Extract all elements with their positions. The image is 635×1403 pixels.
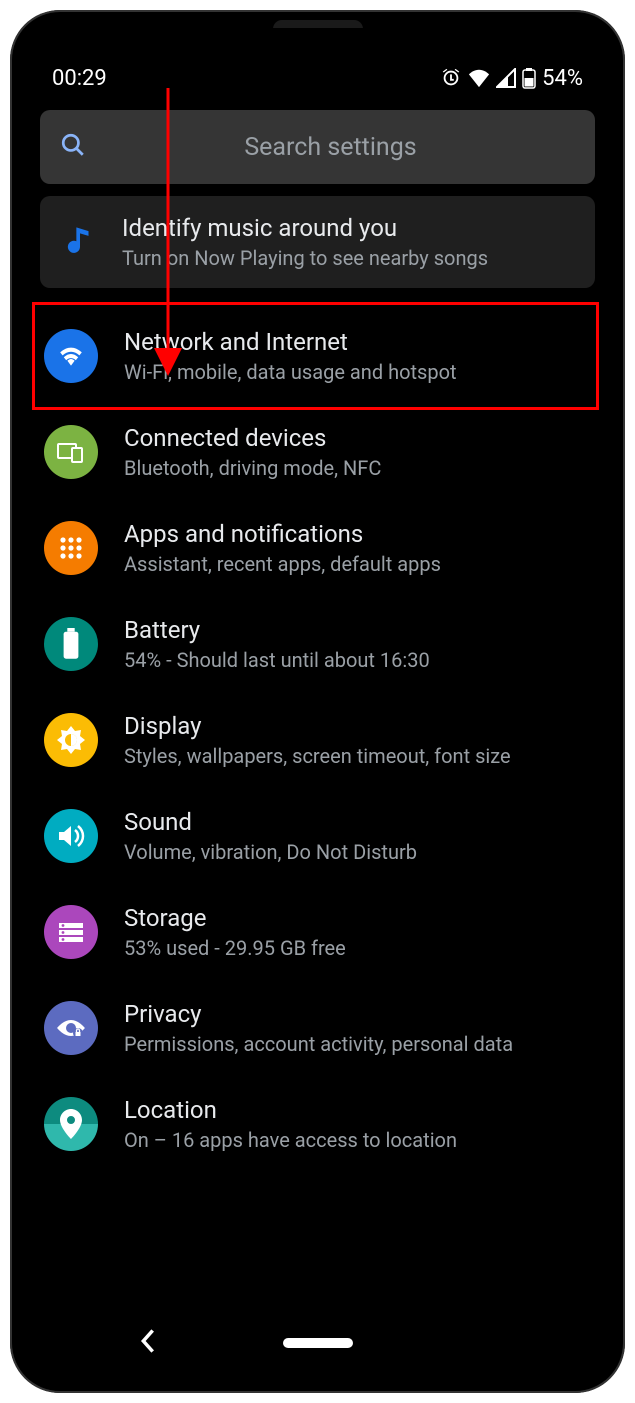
item-title: Location: [124, 1096, 587, 1124]
settings-item-location[interactable]: Location On – 16 apps have access to loc…: [40, 1076, 595, 1172]
banner-subtitle: Turn on Now Playing to see nearby songs: [122, 246, 575, 270]
cell-signal-icon: [496, 68, 516, 88]
gesture-nav-bar: [28, 1323, 607, 1363]
status-icons: 54%: [440, 66, 583, 91]
devices-icon: [44, 425, 98, 479]
apps-icon: [44, 521, 98, 575]
item-subtitle: 53% used - 29.95 GB free: [124, 936, 587, 960]
item-title: Display: [124, 712, 587, 740]
wifi-status-icon: [468, 68, 490, 88]
alarm-icon: [440, 67, 462, 89]
search-icon: [60, 132, 86, 162]
item-subtitle: Bluetooth, driving mode, NFC: [124, 456, 587, 480]
back-button[interactable]: [138, 1327, 158, 1359]
item-title: Battery: [124, 616, 587, 644]
now-playing-banner[interactable]: Identify music around you Turn on Now Pl…: [40, 196, 595, 288]
settings-item-network[interactable]: Network and Internet Wi-Fi, mobile, data…: [40, 308, 595, 404]
status-time: 00:29: [52, 66, 107, 91]
battery-percent: 54%: [542, 66, 583, 91]
item-title: Storage: [124, 904, 587, 932]
settings-item-sound[interactable]: Sound Volume, vibration, Do Not Disturb: [40, 788, 595, 884]
settings-list: Network and Internet Wi-Fi, mobile, data…: [40, 308, 595, 1172]
home-pill[interactable]: [283, 1338, 353, 1348]
item-subtitle: Styles, wallpapers, screen timeout, font…: [124, 744, 587, 768]
item-subtitle: Assistant, recent apps, default apps: [124, 552, 587, 576]
music-note-icon: [60, 225, 100, 259]
storage-icon: [44, 905, 98, 959]
phone-frame: 00:29 54%: [10, 10, 625, 1393]
item-subtitle: Permissions, account activity, personal …: [124, 1032, 587, 1056]
settings-item-storage[interactable]: Storage 53% used - 29.95 GB free: [40, 884, 595, 980]
item-title: Sound: [124, 808, 587, 836]
battery-status-icon: [522, 67, 536, 89]
item-title: Privacy: [124, 1000, 587, 1028]
item-subtitle: 54% - Should last until about 16:30: [124, 648, 587, 672]
item-title: Connected devices: [124, 424, 587, 452]
privacy-icon: [44, 1001, 98, 1055]
settings-content: Search settings Identify music around yo…: [28, 100, 607, 1172]
item-title: Apps and notifications: [124, 520, 587, 548]
status-bar: 00:29 54%: [28, 28, 607, 100]
volume-icon: [44, 809, 98, 863]
wifi-icon: [44, 329, 98, 383]
brightness-icon: [44, 713, 98, 767]
item-subtitle: Wi-Fi, mobile, data usage and hotspot: [124, 360, 587, 384]
phone-screen: 00:29 54%: [28, 28, 607, 1375]
search-settings[interactable]: Search settings: [40, 110, 595, 184]
item-title: Network and Internet: [124, 328, 587, 356]
settings-item-display[interactable]: Display Styles, wallpapers, screen timeo…: [40, 692, 595, 788]
banner-title: Identify music around you: [122, 214, 575, 242]
item-subtitle: Volume, vibration, Do Not Disturb: [124, 840, 587, 864]
settings-item-battery[interactable]: Battery 54% - Should last until about 16…: [40, 596, 595, 692]
item-subtitle: On – 16 apps have access to location: [124, 1128, 587, 1152]
settings-item-privacy[interactable]: Privacy Permissions, account activity, p…: [40, 980, 595, 1076]
battery-icon: [44, 617, 98, 671]
search-placeholder: Search settings: [126, 133, 535, 162]
location-icon: [44, 1097, 98, 1151]
settings-item-connected[interactable]: Connected devices Bluetooth, driving mod…: [40, 404, 595, 500]
settings-item-apps[interactable]: Apps and notifications Assistant, recent…: [40, 500, 595, 596]
